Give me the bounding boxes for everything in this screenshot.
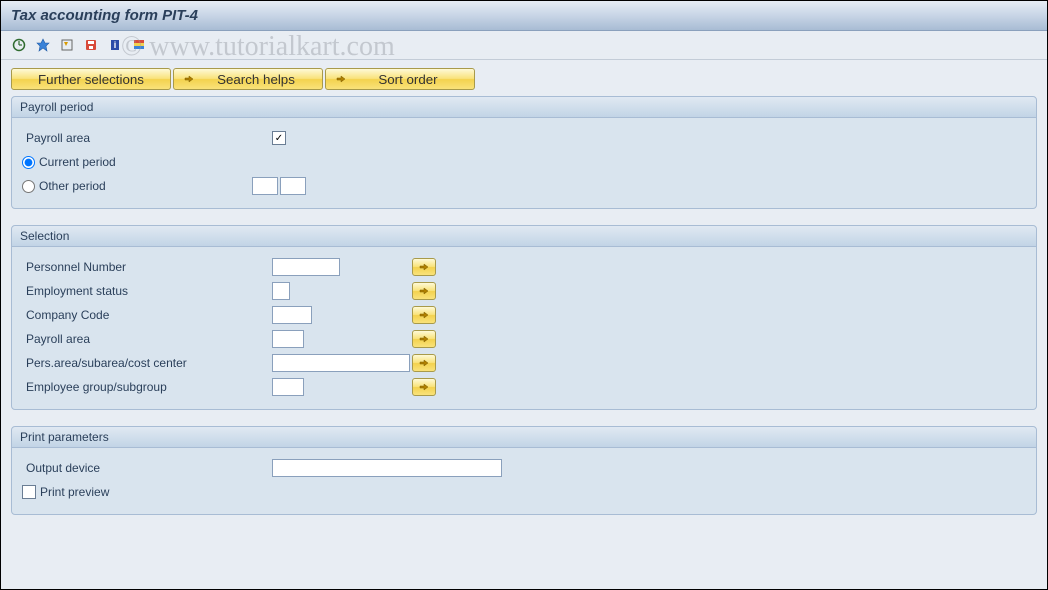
print-parameters-group: Print parameters Output device Print pre… [11, 426, 1037, 515]
get-variant-icon[interactable] [57, 35, 77, 55]
arrow-right-icon [184, 72, 194, 87]
output-device-label: Output device [22, 461, 272, 475]
window-title: Tax accounting form PIT-4 [11, 7, 198, 24]
personnel-number-input[interactable] [272, 258, 340, 276]
action-button-row: Further selections Search helps Sort ord… [11, 68, 1037, 90]
payroll-period-group: Payroll period Payroll area ✓ Current pe… [11, 96, 1037, 209]
personnel-number-label: Personnel Number [22, 260, 272, 274]
company-code-label: Company Code [22, 308, 272, 322]
toolbar-strip: i [1, 31, 1047, 60]
current-period-label: Current period [39, 155, 116, 169]
selection-title: Selection [12, 226, 1036, 247]
company-code-multiselect[interactable] [412, 306, 436, 324]
payroll-area-sel-label: Payroll area [22, 332, 272, 346]
main-content: Further selections Search helps Sort ord… [1, 60, 1047, 539]
info-icon[interactable]: i [105, 35, 125, 55]
employee-group-label: Employee group/subgroup [22, 380, 272, 394]
save-icon[interactable] [81, 35, 101, 55]
payroll-period-title: Payroll period [12, 97, 1036, 118]
current-period-input[interactable] [22, 156, 35, 169]
pers-area-label: Pers.area/subarea/cost center [22, 356, 272, 370]
sort-order-button[interactable]: Sort order [325, 68, 475, 90]
employee-group-input[interactable] [272, 378, 304, 396]
personnel-number-multiselect[interactable] [412, 258, 436, 276]
current-period-radio[interactable]: Current period [22, 155, 116, 169]
employment-status-label: Employment status [22, 284, 272, 298]
svg-text:i: i [114, 40, 117, 50]
pers-area-multiselect[interactable] [412, 354, 436, 372]
payroll-area-label: Payroll area [22, 131, 272, 145]
selection-group: Selection Personnel Number Employment st… [11, 225, 1037, 410]
employment-status-multiselect[interactable] [412, 282, 436, 300]
pers-area-input[interactable] [272, 354, 410, 372]
further-selections-button[interactable]: Further selections [11, 68, 171, 90]
other-period-input[interactable] [22, 180, 35, 193]
search-helps-label: Search helps [200, 72, 312, 87]
execute-icon[interactable] [9, 35, 29, 55]
print-preview-checkbox-row[interactable]: Print preview [22, 485, 109, 499]
search-helps-button[interactable]: Search helps [173, 68, 323, 90]
window-title-bar: Tax accounting form PIT-4 [1, 1, 1047, 31]
employee-group-multiselect[interactable] [412, 378, 436, 396]
variant-icon[interactable] [33, 35, 53, 55]
payroll-area-multiselect[interactable] [412, 330, 436, 348]
other-period-field-1[interactable] [252, 177, 278, 195]
arrow-right-icon [336, 72, 346, 87]
other-period-radio[interactable]: Other period [22, 179, 252, 193]
other-period-label: Other period [39, 179, 106, 193]
other-period-field-2[interactable] [280, 177, 306, 195]
spreadsheet-icon[interactable] [129, 35, 149, 55]
further-selections-label: Further selections [38, 72, 144, 87]
print-preview-checkbox[interactable] [22, 485, 36, 499]
print-parameters-title: Print parameters [12, 427, 1036, 448]
payroll-area-checkbox[interactable]: ✓ [272, 131, 286, 145]
employment-status-input[interactable] [272, 282, 290, 300]
payroll-area-sel-input[interactable] [272, 330, 304, 348]
company-code-input[interactable] [272, 306, 312, 324]
print-preview-label: Print preview [40, 485, 109, 499]
sort-order-label: Sort order [352, 72, 464, 87]
output-device-input[interactable] [272, 459, 502, 477]
